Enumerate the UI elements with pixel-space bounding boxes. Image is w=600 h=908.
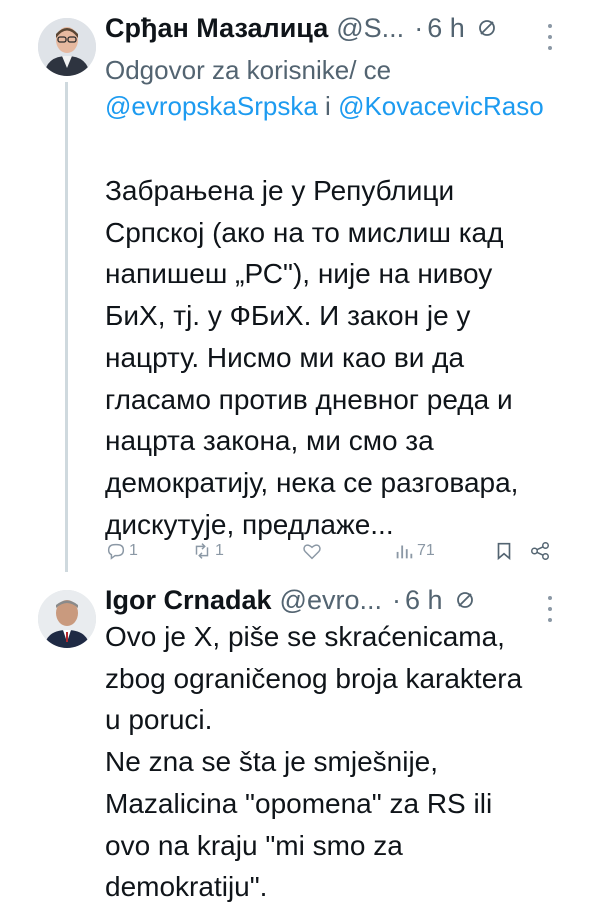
reply-and: i bbox=[325, 91, 331, 121]
share-icon bbox=[531, 542, 549, 560]
reply-prefix: Odgovor za korisnike/ ce bbox=[105, 55, 392, 85]
action-bar: 1 1 71 bbox=[105, 534, 565, 568]
separator-dot: · bbox=[391, 584, 401, 615]
reply-icon bbox=[107, 543, 125, 560]
views-count: 71 bbox=[417, 542, 435, 559]
avatar[interactable] bbox=[38, 18, 96, 76]
author-handle[interactable]: @S... bbox=[336, 13, 404, 44]
timestamp[interactable]: 6 h bbox=[405, 585, 443, 616]
author-name[interactable]: Igor Crnadak bbox=[105, 585, 272, 616]
tweet-header: Igor Crnadak @evro... · 6 h bbox=[105, 582, 475, 618]
like-button[interactable] bbox=[301, 534, 325, 568]
bookmark-icon bbox=[497, 542, 511, 561]
avatar-photo bbox=[38, 590, 96, 648]
separator-dot: · bbox=[414, 12, 424, 43]
globe-icon bbox=[456, 592, 473, 608]
reply-button[interactable]: 1 bbox=[105, 534, 138, 568]
views-icon bbox=[396, 545, 413, 559]
reply-context: Odgovor za korisnike/ ce @evropskaSrpska… bbox=[105, 52, 545, 124]
globe-icon bbox=[478, 20, 495, 36]
tweet-header: Срђан Мазалица @S... · 6 h bbox=[105, 10, 497, 46]
tweet-text: Ovo je X, piše se skraćenicama, zbog ogr… bbox=[105, 621, 523, 903]
tweet-text: Забрањена је у Републици Српској (ако на… bbox=[105, 175, 519, 540]
avatar-photo bbox=[38, 18, 96, 76]
bookmark-button[interactable] bbox=[493, 534, 515, 568]
avatar[interactable] bbox=[38, 590, 96, 648]
mention-link[interactable]: @evropskaSrpska bbox=[105, 91, 318, 121]
repost-count: 1 bbox=[215, 542, 224, 559]
repost-button[interactable]: 1 bbox=[191, 534, 224, 568]
timestamp[interactable]: 6 h bbox=[427, 13, 465, 44]
author-name[interactable]: Срђан Мазалица bbox=[105, 13, 328, 44]
author-handle[interactable]: @evro... bbox=[280, 585, 382, 616]
thread-line bbox=[65, 82, 68, 572]
reply-count: 1 bbox=[129, 542, 138, 559]
more-icon[interactable] bbox=[547, 24, 553, 50]
repost-icon bbox=[195, 543, 209, 559]
views-button[interactable]: 71 bbox=[393, 534, 435, 568]
share-button[interactable] bbox=[529, 534, 551, 568]
like-icon bbox=[303, 544, 321, 560]
mention-link[interactable]: @KovacevicRaso bbox=[338, 91, 544, 121]
